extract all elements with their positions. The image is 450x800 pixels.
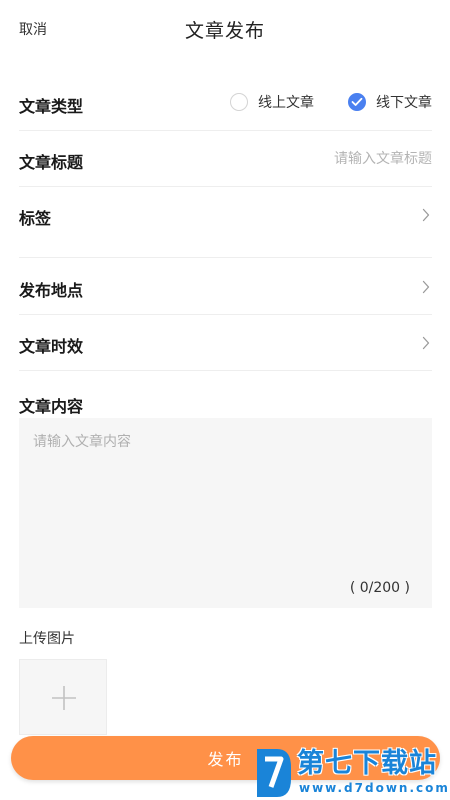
radio-online-article[interactable]: 线上文章 bbox=[230, 92, 314, 112]
chevron-right-icon bbox=[422, 280, 430, 294]
watermark-title: 第七下载站 bbox=[297, 748, 437, 779]
article-type-row: 文章类型 线上文章 线下文章 bbox=[19, 75, 432, 131]
article-type-radio-group: 线上文章 线下文章 bbox=[230, 92, 432, 112]
content-textarea[interactable] bbox=[19, 418, 432, 568]
upload-label: 上传图片 bbox=[19, 631, 75, 647]
char-counter: ( 0/200 ) bbox=[349, 580, 410, 596]
chevron-right-icon bbox=[422, 208, 430, 222]
article-title-row: 文章标题 bbox=[19, 131, 432, 187]
plus-icon bbox=[52, 686, 76, 710]
radio-checked-icon bbox=[348, 93, 366, 111]
site-watermark: 第七下载站 www.d7down.com bbox=[255, 747, 450, 799]
d7-logo-icon bbox=[257, 749, 291, 797]
page-title: 文章发布 bbox=[184, 20, 265, 42]
article-title-label: 文章标题 bbox=[19, 153, 84, 172]
tags-row[interactable]: 标签 bbox=[19, 187, 432, 258]
watermark-url: www.d7down.com bbox=[299, 781, 450, 795]
radio-offline-article[interactable]: 线下文章 bbox=[348, 92, 432, 112]
header: 取消 文章发布 bbox=[0, 0, 450, 60]
timeliness-row[interactable]: 文章时效 bbox=[19, 315, 432, 371]
article-type-label: 文章类型 bbox=[19, 97, 84, 116]
location-row[interactable]: 发布地点 bbox=[19, 259, 432, 315]
radio-offline-label: 线下文章 bbox=[376, 95, 432, 111]
content-label: 文章内容 bbox=[19, 397, 84, 416]
radio-online-label: 线上文章 bbox=[258, 95, 314, 111]
timeliness-label: 文章时效 bbox=[19, 337, 84, 356]
content-box: ( 0/200 ) bbox=[19, 418, 432, 608]
location-label: 发布地点 bbox=[19, 281, 84, 300]
upload-image-button[interactable] bbox=[19, 659, 107, 735]
article-title-input[interactable] bbox=[212, 147, 432, 171]
radio-unchecked-icon bbox=[230, 93, 248, 111]
checkmark-icon bbox=[351, 97, 363, 106]
chevron-right-icon bbox=[422, 336, 430, 350]
tags-label: 标签 bbox=[19, 209, 52, 228]
